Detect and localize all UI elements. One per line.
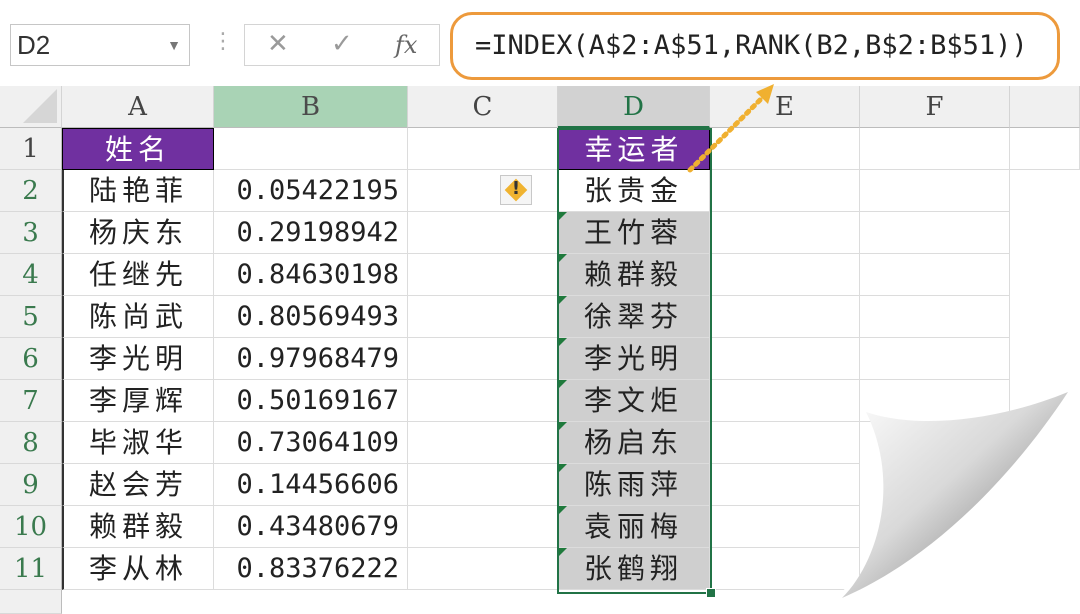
- page-curl-decoration: [820, 380, 1080, 614]
